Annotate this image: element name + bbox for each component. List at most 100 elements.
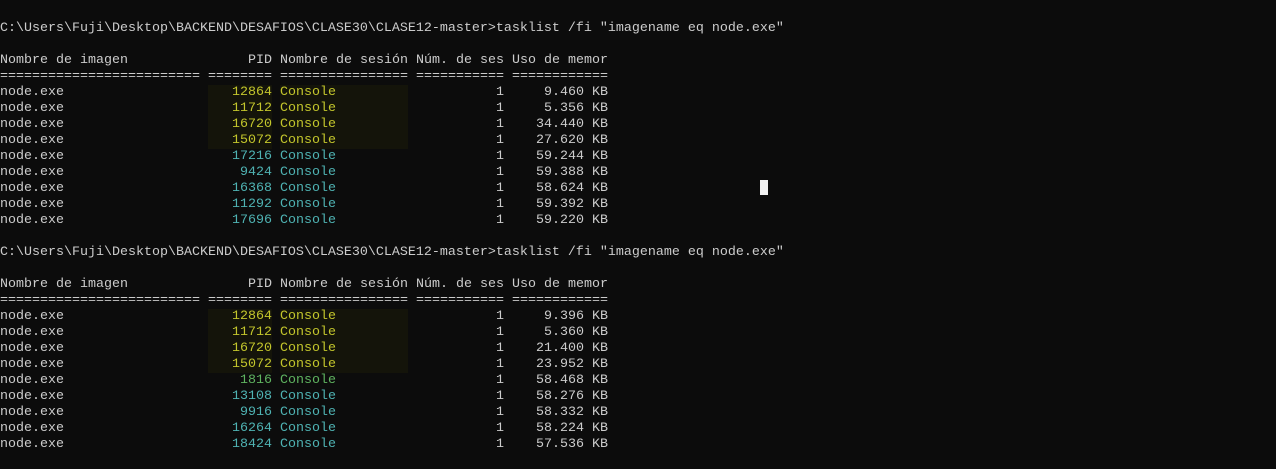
cell-mem: 9.396 KB [544,309,608,324]
cell-image: node.exe [0,325,64,340]
table-row: node.exe 11712 Console 1 5.356 KB [0,101,784,117]
cell-num: 1 [496,405,504,420]
cell-mem: 59.388 KB [536,165,608,180]
cell-pid: 18424 [232,437,272,452]
cell-mem: 58.276 KB [536,389,608,404]
cell-image: node.exe [0,437,64,452]
separator: =========== [416,293,504,308]
cell-mem: 9.460 KB [544,85,608,100]
cell-num: 1 [496,85,504,100]
separator: =========== [416,69,504,84]
column-header: Nombre de imagen [0,53,128,68]
cell-pid: 16368 [232,181,272,196]
cell-mem: 59.244 KB [536,149,608,164]
table-row: node.exe 12864 Console 1 9.460 KB [0,85,784,101]
cell-pid: 12864 [208,309,272,325]
cell-session: Console [280,165,336,180]
cell-image: node.exe [0,85,64,100]
separator: ============ [512,69,608,84]
cell-pid: 9916 [240,405,272,420]
cell-mem: 58.624 KB [536,181,608,196]
cell-pid: 17216 [232,149,272,164]
cell-image: node.exe [0,341,64,356]
cell-num: 1 [496,197,504,212]
cell-image: node.exe [0,165,64,180]
cell-num: 1 [496,437,504,452]
cell-pid: 17696 [232,213,272,228]
cell-session: Console [280,325,408,341]
cell-pid: 9424 [240,165,272,180]
cell-mem: 59.220 KB [536,213,608,228]
terminal-output[interactable]: C:\Users\Fuji\Desktop\BACKEND\DESAFIOS\C… [0,21,784,469]
cell-session: Console [280,101,408,117]
column-header: Uso de memor [512,53,608,68]
cell-session: Console [280,357,408,373]
table-header: Nombre de imagen PID Nombre de sesión Núm. … [0,277,784,293]
cell-num: 1 [496,373,504,388]
header-separator: ========================= ======== =======… [0,293,784,309]
cell-session: Console [280,213,336,228]
cell-pid: 11712 [208,101,272,117]
table-row: node.exe 12864 Console 1 9.396 KB [0,309,784,325]
cell-pid: 12864 [208,85,272,101]
column-header: Nombre de imagen [0,277,128,292]
cell-pid: 1816 [240,373,272,388]
cell-image: node.exe [0,405,64,420]
cell-num: 1 [496,325,504,340]
cell-session: Console [280,421,336,436]
command-prompt: C:\Users\Fuji\Desktop\BACKEND\DESAFIOS\C… [0,21,784,36]
cell-session: Console [280,117,408,133]
cell-num: 1 [496,389,504,404]
cell-mem: 34.440 KB [536,117,608,132]
cell-image: node.exe [0,421,64,436]
cell-mem: 57.536 KB [536,437,608,452]
cell-num: 1 [496,165,504,180]
cell-pid: 16264 [232,421,272,436]
table-row: node.exe 17696 Console 1 59.220 KB [0,213,784,229]
table-row: node.exe 18424 Console 1 57.536 KB [0,437,784,453]
column-header: Nombre de sesión [280,53,408,68]
cell-session: Console [280,309,408,325]
cell-num: 1 [496,309,504,324]
cell-num: 1 [496,117,504,132]
cell-mem: 58.468 KB [536,373,608,388]
cell-num: 1 [496,341,504,356]
cell-pid: 16720 [208,341,272,357]
cell-num: 1 [496,149,504,164]
column-header: Núm. de ses [416,277,504,292]
cell-pid: 16720 [208,117,272,133]
cell-session: Console [280,181,336,196]
cell-session: Console [280,341,408,357]
cell-mem: 23.952 KB [536,357,608,372]
cell-mem: 59.392 KB [536,197,608,212]
separator: ========================= [0,293,200,308]
cell-num: 1 [496,357,504,372]
cell-session: Console [280,197,336,212]
column-header: PID [248,53,272,68]
cell-image: node.exe [0,373,64,388]
cell-pid: 15072 [208,357,272,373]
separator: ========================= [0,69,200,84]
table-row: node.exe 16720 Console 1 21.400 KB [0,341,784,357]
cell-pid: 11712 [208,325,272,341]
cell-num: 1 [496,101,504,116]
table-row: node.exe 15072 Console 1 23.952 KB [0,357,784,373]
column-header: PID [248,277,272,292]
command-prompt: C:\Users\Fuji\Desktop\BACKEND\DESAFIOS\C… [0,245,784,260]
cell-pid: 15072 [208,133,272,149]
cell-image: node.exe [0,149,64,164]
table-row: node.exe 9916 Console 1 58.332 KB [0,405,784,421]
column-header: Uso de memor [512,277,608,292]
table-row: node.exe 11292 Console 1 59.392 KB [0,197,784,213]
table-row: node.exe 16720 Console 1 34.440 KB [0,117,784,133]
table-row: node.exe 16368 Console 1 58.624 KB [0,181,784,197]
cell-mem: 58.332 KB [536,405,608,420]
table-row: node.exe 1816 Console 1 58.468 KB [0,373,784,389]
cell-image: node.exe [0,213,64,228]
table-row: node.exe 15072 Console 1 27.620 KB [0,133,784,149]
cell-image: node.exe [0,357,64,372]
